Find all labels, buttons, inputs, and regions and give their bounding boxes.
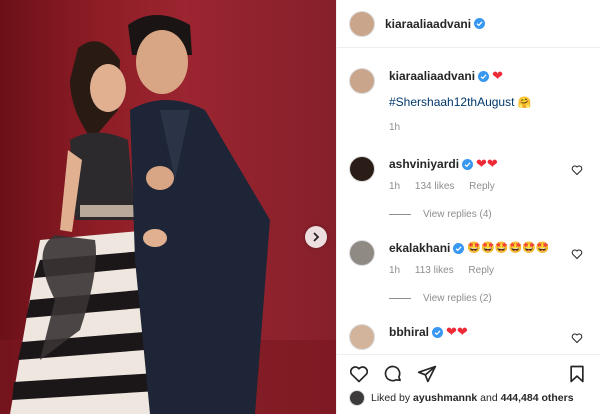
author-username[interactable]: kiaraaliaadvani (385, 17, 471, 31)
hug-emoji: 🤗 (517, 96, 532, 109)
liked-by-count[interactable]: 444,484 others (501, 392, 574, 404)
verified-badge-icon (474, 18, 486, 29)
view-replies-button[interactable]: View replies (4) (389, 209, 492, 220)
view-replies-label: View replies (2) (423, 293, 492, 304)
liked-by-joiner: and (480, 392, 498, 404)
view-replies-label: View replies (4) (423, 209, 492, 220)
commenter-username[interactable]: ashviniyardi (389, 156, 459, 172)
post-header: kiaraaliaadvani (337, 0, 600, 48)
heart-outline-icon (349, 365, 369, 382)
comment-button[interactable] (381, 362, 405, 386)
comment-text: ❤❤ (476, 156, 498, 171)
post-side-panel: kiaraaliaadvani kiaraaliaadvani ❤ #Shers… (336, 0, 600, 414)
bookmark-icon (570, 365, 584, 382)
commenter-avatar[interactable] (349, 240, 375, 266)
caption-heart-emoji: ❤ (492, 68, 503, 83)
next-photo-button[interactable] (305, 226, 327, 248)
verified-badge-icon (432, 326, 444, 338)
commenter-username[interactable]: bbhiral (389, 324, 429, 340)
liked-by-user[interactable]: ayushmannk (413, 392, 477, 404)
post-photo[interactable] (0, 0, 336, 414)
reply-button[interactable]: Reply (468, 265, 494, 276)
liked-by-summary[interactable]: Liked by ayushmannk and 444,484 others (349, 390, 574, 406)
caption-hashtag[interactable]: #Shershaah12thAugust (389, 95, 514, 109)
heart-outline-icon[interactable] (571, 248, 583, 260)
like-button[interactable] (347, 362, 371, 386)
comment-time: 1h (389, 181, 401, 192)
verified-badge-icon (478, 70, 490, 82)
comment-bubble-icon (384, 365, 401, 381)
comment-time: 1h (389, 265, 401, 276)
reply-button[interactable]: Reply (469, 181, 495, 192)
share-button[interactable] (415, 362, 439, 386)
chevron-right-icon (313, 232, 320, 242)
commenter-username[interactable]: ekalakhani (389, 240, 450, 256)
paper-plane-icon (417, 365, 437, 382)
action-bar (337, 354, 600, 392)
commenter-avatar[interactable] (349, 156, 375, 182)
heart-outline-icon[interactable] (571, 332, 583, 344)
comment-text: 🤩🤩🤩🤩🤩🤩 (467, 241, 550, 254)
save-button[interactable] (565, 362, 589, 386)
liked-by-prefix: Liked by (371, 392, 411, 404)
caption-author-avatar[interactable] (349, 68, 375, 94)
caption-author[interactable]: kiaraaliaadvani (389, 68, 475, 84)
liker-avatar (349, 390, 365, 406)
comment-text: ❤❤ (446, 324, 468, 339)
author-avatar[interactable] (349, 10, 375, 37)
comment-likes[interactable]: 113 likes (415, 265, 454, 276)
heart-outline-icon[interactable] (571, 164, 583, 176)
commenter-avatar[interactable] (349, 324, 375, 350)
verified-badge-icon (462, 158, 474, 170)
caption-time: 1h (389, 122, 401, 133)
view-replies-button[interactable]: View replies (2) (389, 293, 492, 304)
verified-badge-icon (453, 242, 465, 254)
couple-photo-illustration (0, 15, 336, 414)
comment-likes[interactable]: 134 likes (415, 181, 454, 192)
